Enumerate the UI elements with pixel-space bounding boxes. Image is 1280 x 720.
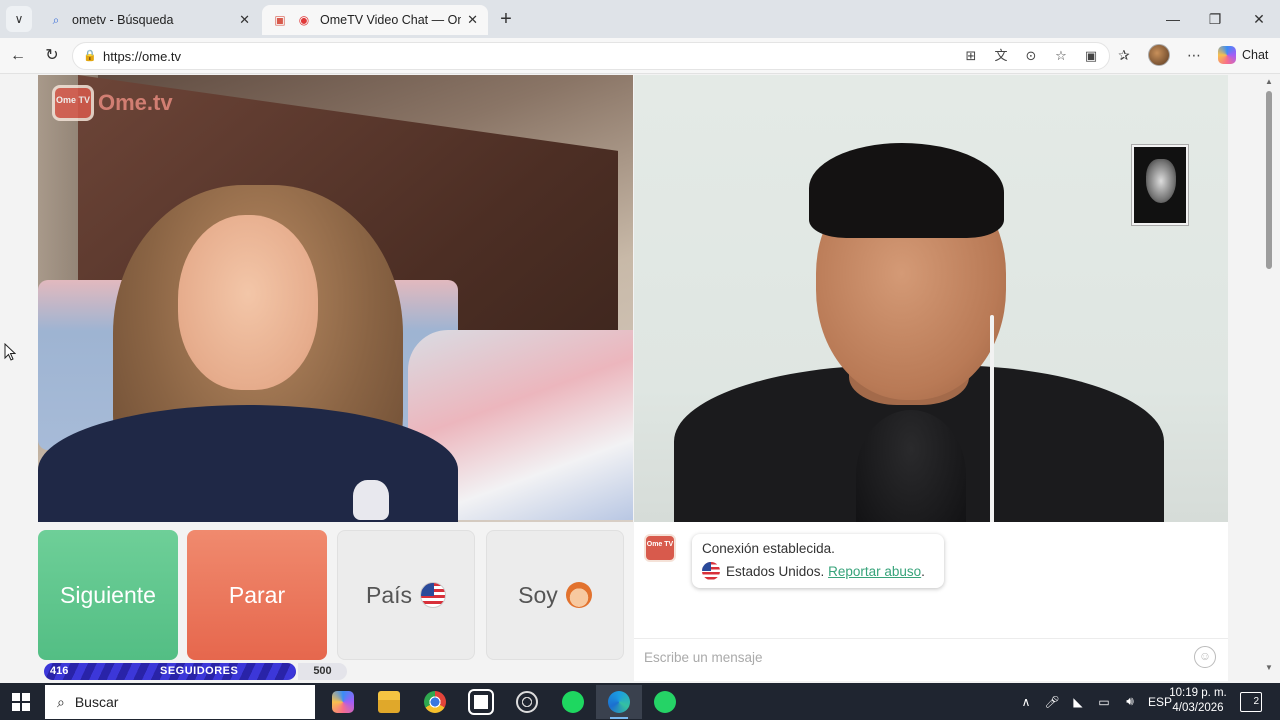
ometv-page: Ome TV Ome.tv Siguiente Parar País Soy O… <box>0 75 1280 681</box>
profile-avatar[interactable] <box>1148 44 1170 66</box>
lock-icon: 🔒 <box>83 50 97 62</box>
translate-icon[interactable]: 文 <box>993 48 1009 64</box>
us-flag-icon <box>702 562 720 580</box>
more-icon[interactable]: ⊙ <box>1023 48 1039 64</box>
system-tray: ∧ 🎤︎ ◣ ▭ 🔊︎ ESP <box>1018 683 1172 720</box>
search-icon: ⌕ <box>57 693 65 710</box>
tab-actions-menu-button[interactable]: ∨ <box>6 6 32 32</box>
shirt-graphic <box>353 480 389 520</box>
start-button[interactable] <box>12 693 30 711</box>
favorite-star-icon[interactable]: ☆ <box>1053 48 1069 64</box>
tab-title: ometv - Búsqueda <box>72 13 174 27</box>
capcut-icon[interactable] <box>458 685 504 719</box>
stranger-country: Estados Unidos. <box>726 563 825 579</box>
followers-label: SEGUIDORES <box>160 665 239 677</box>
restore-button[interactable]: ❐ <box>1200 8 1230 30</box>
copilot-icon <box>1218 46 1236 64</box>
microphone-icon[interactable]: 🎤︎ <box>1044 695 1060 709</box>
taskbar-search[interactable]: ⌕ Buscar <box>45 685 315 719</box>
search-icon: ⌕ <box>52 12 60 27</box>
taskbar-clock[interactable]: 10:19 p. m. 4/03/2026 <box>1166 686 1230 716</box>
country-button[interactable]: País <box>337 530 475 660</box>
chevron-up-icon[interactable]: ∧ <box>1018 695 1034 709</box>
taskbar-search-label: Buscar <box>74 694 119 710</box>
copilot-app-icon[interactable] <box>320 685 366 719</box>
boy-emoji-icon <box>565 582 592 608</box>
tab-strip: ∨ ⌕ ometv - Búsqueda ✕ ▣ ◉ OmeTV Video C… <box>0 0 1280 38</box>
message-input[interactable] <box>644 647 1184 667</box>
ometv-logo-text: Ome.tv <box>98 90 173 115</box>
whatsapp-icon[interactable] <box>642 685 688 719</box>
country-label: País <box>365 581 413 608</box>
obs-icon[interactable] <box>504 685 550 719</box>
report-suffix: . <box>921 563 925 579</box>
scroll-up-arrow-icon[interactable]: ▲ <box>1265 77 1273 86</box>
gender-button[interactable]: Soy <box>486 530 624 660</box>
report-abuse-link[interactable]: Reportar abuso <box>828 564 921 579</box>
settings-more-icon[interactable]: ⋯ <box>1184 44 1204 66</box>
ometv-chat-logo-icon: Ome TV <box>644 534 676 562</box>
camera-icon[interactable]: ▣ <box>1083 48 1099 64</box>
address-bar[interactable]: 🔒 https://ome.tv ⊞ 文 ⊙ ☆ ▣ <box>72 42 1110 70</box>
ometv-logo-badge: Ome TV <box>52 85 94 121</box>
chat-label: Chat <box>1242 48 1269 62</box>
edge-icon[interactable] <box>596 685 642 719</box>
gender-label: Soy <box>518 581 558 608</box>
followers-current: 416 <box>50 665 69 677</box>
person-face <box>178 215 318 390</box>
ometv-logo: Ome TV Ome.tv <box>52 85 173 121</box>
ometv-favicon-icon: ▣ <box>274 13 286 27</box>
own-camera-video <box>634 75 1228 522</box>
stop-button[interactable]: Parar <box>187 530 327 660</box>
clock-time: 10:19 p. m. <box>1169 687 1227 699</box>
next-button[interactable]: Siguiente <box>38 530 178 660</box>
reload-button[interactable]: ↻ <box>40 44 64 68</box>
person-hair <box>809 143 1004 238</box>
tiger-poster <box>1132 145 1188 225</box>
battery-icon[interactable]: ▭ <box>1096 695 1112 709</box>
back-button[interactable]: ← <box>6 44 30 68</box>
close-icon[interactable]: ✕ <box>467 12 478 28</box>
message-input-bar: ☺ <box>634 638 1228 674</box>
earphone-cable <box>990 315 994 522</box>
mouse-cursor-icon <box>4 342 17 366</box>
stranger-video: Ome TV Ome.tv <box>38 75 633 522</box>
connection-status: Conexión establecida. <box>702 541 835 556</box>
spotify-icon[interactable] <box>550 685 596 719</box>
page-scrollbar[interactable]: ▲ ▼ <box>1262 75 1276 681</box>
scroll-thumb[interactable] <box>1266 91 1272 269</box>
chrome-icon[interactable] <box>412 685 458 719</box>
volume-icon[interactable]: 🔊︎ <box>1122 694 1138 709</box>
taskbar-apps <box>320 685 688 719</box>
followers-goal-bar: 416 SEGUIDORES 500 <box>44 663 347 681</box>
close-window-button[interactable]: ✕ <box>1244 8 1274 30</box>
apps-icon[interactable]: ⊞ <box>963 48 979 64</box>
chat-panel: Ome TV Conexión establecida. Estados Uni… <box>634 522 1228 681</box>
notification-center-icon[interactable]: 2 <box>1240 692 1262 712</box>
chevron-down-icon: ∨ <box>14 12 24 26</box>
copilot-chat-button[interactable]: Chat <box>1218 46 1268 64</box>
system-message: Conexión establecida. Estados Unidos. Re… <box>692 534 944 588</box>
clock-date: 4/03/2026 <box>1172 702 1224 714</box>
favorites-icon[interactable]: ✰ <box>1114 44 1134 66</box>
tab-title: OmeTV Video Chat — Omegl <box>320 13 461 27</box>
new-tab-button[interactable]: + <box>494 8 518 32</box>
browser-toolbar: ← ↻ 🔒 https://ome.tv ⊞ 文 ⊙ ☆ ▣ ✰ ⋯ Chat <box>0 38 1280 74</box>
us-flag-icon <box>420 582 447 608</box>
windows-taskbar: ⌕ Buscar ∧ 🎤︎ ◣ ▭ 🔊︎ ESP 10:19 p. m. 4/0… <box>0 683 1280 720</box>
tab-search[interactable]: ⌕ ometv - Búsqueda ✕ <box>38 5 260 35</box>
record-icon: ◉ <box>298 13 310 27</box>
followers-goal: 500 <box>298 663 347 680</box>
emoji-smile-icon[interactable]: ☺ <box>1194 646 1216 668</box>
scroll-down-arrow-icon[interactable]: ▼ <box>1265 663 1273 672</box>
wifi-icon[interactable]: ◣ <box>1070 695 1086 709</box>
close-icon[interactable]: ✕ <box>239 12 250 28</box>
tab-ometv[interactable]: ▣ ◉ OmeTV Video Chat — Omegl ✕ <box>262 5 488 35</box>
minimize-button[interactable]: ― <box>1158 8 1188 30</box>
file-explorer-icon[interactable] <box>366 685 412 719</box>
url-text: https://ome.tv <box>103 49 182 64</box>
